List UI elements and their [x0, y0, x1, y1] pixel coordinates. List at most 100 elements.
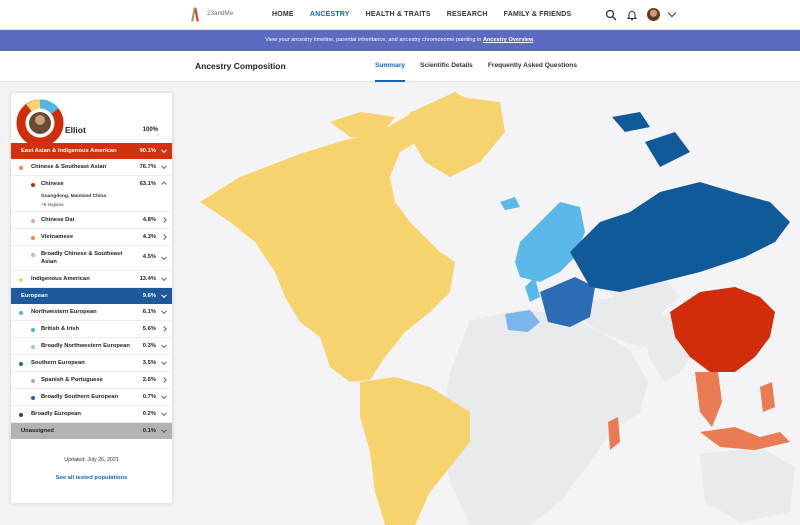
row-east-asian-indigenous-american[interactable]: East Asian & Indigenous American 90.1%: [11, 143, 172, 159]
row-pct: 63.1%: [139, 181, 156, 187]
land-northern-europe: [515, 202, 585, 282]
chevron-down-icon: [161, 292, 167, 299]
color-dot: [31, 395, 35, 400]
land-southeast-asia: [695, 372, 722, 427]
chevron-down-icon: [161, 147, 167, 154]
profile-total: 100%: [142, 127, 158, 133]
row-pct: 4.8%: [142, 217, 156, 223]
row-pct: 76.7%: [139, 164, 156, 170]
row-pct: 90.1%: [139, 148, 156, 154]
card-header: Elliot 100%: [11, 93, 172, 147]
color-dot: [31, 253, 35, 257]
chevron-down-icon: [161, 254, 167, 261]
row-label: East Asian & Indigenous American: [21, 148, 117, 154]
row-label: European: [21, 293, 48, 299]
row-unassigned[interactable]: Unassigned 0.1%: [11, 423, 172, 439]
composition-list: East Asian & Indigenous American 90.1% C…: [11, 143, 172, 439]
updated-date: Updated: July 26, 2021: [64, 457, 119, 463]
ancestry-breakdown-card: Elliot 100% East Asian & Indigenous Amer…: [11, 93, 172, 503]
ancestry-donut-chart: [16, 99, 64, 147]
row-label: Broadly Southern European: [41, 394, 118, 400]
ancestry-overview-link[interactable]: Ancestry Overview: [483, 37, 533, 43]
row-label: Broadly Northwestern European: [41, 343, 130, 349]
info-banner: View your ancestry timeline, parental in…: [0, 30, 800, 51]
profile-name: Elliot: [65, 125, 86, 135]
banner-suffix: .: [533, 37, 535, 43]
row-pct: 2.6%: [142, 377, 156, 383]
row-pct: 9.6%: [142, 293, 156, 299]
row-vietnamese[interactable]: Vietnamese 4.3%: [11, 229, 172, 246]
tab-bar: Summary Scientific Details Frequently As…: [375, 51, 592, 82]
chevron-right-icon: [161, 234, 167, 240]
row-indigenous-american[interactable]: Indigenous American 13.4%: [11, 271, 172, 288]
land-madagascar: [608, 417, 620, 450]
row-chinese[interactable]: Chinese 63.1% Guangdong, Mainland China …: [11, 176, 172, 212]
row-label: Broadly Chinese & Southeast Asian: [41, 251, 123, 265]
row-southern-european[interactable]: Southern European 3.5%: [11, 355, 172, 372]
more-regions[interactable]: +6 regions: [41, 203, 64, 208]
color-dot: [19, 277, 23, 282]
chevron-down-icon: [161, 163, 167, 170]
land-africa: [440, 310, 648, 525]
land-russia: [570, 182, 790, 292]
row-pct: 5.6%: [142, 326, 156, 332]
row-chinese-southeast-asian[interactable]: Chinese & Southeast Asian 76.7%: [11, 159, 172, 176]
main-nav: HOME ANCESTRY HEALTH & TRAITS RESEARCH F…: [264, 0, 579, 30]
row-label: British & Irish: [41, 326, 80, 332]
chevron-down-icon: [161, 427, 167, 434]
sub-region: Guangdong, Mainland China: [41, 194, 107, 199]
23andme-logo[interactable]: \/ 23andMe: [191, 5, 234, 25]
row-northwestern-european[interactable]: Northwestern European 6.1%: [11, 304, 172, 321]
tab-summary[interactable]: Summary: [375, 51, 406, 82]
land-svalbard: [612, 112, 650, 132]
nav-research[interactable]: RESEARCH: [439, 0, 496, 30]
avatar[interactable]: [647, 8, 660, 21]
row-label: Spanish & Portuguese: [41, 377, 103, 383]
nav-family-friends[interactable]: FAMILY & FRIENDS: [496, 0, 580, 30]
color-dot: [31, 327, 35, 332]
row-chinese-dai[interactable]: Chinese Dai 4.8%: [11, 212, 172, 229]
row-broadly-southern-european[interactable]: Broadly Southern European 0.7%: [11, 389, 172, 406]
row-label: Chinese: [41, 181, 64, 187]
banner-text: View your ancestry timeline, parental in…: [265, 37, 482, 43]
row-label: Indigenous American: [31, 276, 90, 282]
row-pct: 0.7%: [142, 394, 156, 400]
row-broadly-chinese-southeast-asian[interactable]: Broadly Chinese & Southeast Asian 4.5%: [11, 246, 172, 271]
chevron-right-icon: [161, 326, 167, 332]
row-pct: 3.5%: [142, 360, 156, 366]
row-label: Broadly European: [31, 411, 81, 417]
search-icon[interactable]: [605, 9, 617, 21]
row-broadly-northwestern-european[interactable]: Broadly Northwestern European 0.3%: [11, 338, 172, 355]
row-broadly-european[interactable]: Broadly European 0.2%: [11, 406, 172, 423]
nav-health-traits[interactable]: HEALTH & TRAITS: [358, 0, 439, 30]
sub-nav: Ancestry Composition Summary Scientific …: [0, 51, 800, 82]
chevron-down-icon: [161, 342, 167, 349]
bell-icon[interactable]: [626, 9, 638, 21]
color-dot: [31, 235, 35, 240]
row-label: Southern European: [31, 360, 85, 366]
land-greenland: [410, 97, 505, 177]
row-pct: 6.1%: [142, 309, 156, 315]
nav-ancestry[interactable]: ANCESTRY: [302, 0, 358, 30]
color-dot: [31, 378, 35, 383]
nav-home[interactable]: HOME: [264, 0, 302, 30]
land-philippines: [760, 382, 775, 412]
row-label: Unassigned: [21, 428, 54, 434]
color-dot: [19, 310, 23, 315]
row-pct: 4.3%: [142, 234, 156, 240]
top-nav: \/ 23andMe HOME ANCESTRY HEALTH & TRAITS…: [0, 0, 800, 30]
row-spanish-portuguese[interactable]: Spanish & Portuguese 2.6%: [11, 372, 172, 389]
see-all-populations-link[interactable]: See all tested populations: [11, 475, 172, 481]
logo-text: 23andMe: [207, 11, 234, 17]
page-title: Ancestry Composition: [195, 61, 286, 71]
chevron-down-icon: [161, 393, 167, 400]
chevron-down-icon[interactable]: [667, 8, 677, 18]
row-british-irish[interactable]: British & Irish 5.6%: [11, 321, 172, 338]
row-european[interactable]: European 9.6%: [11, 288, 172, 304]
color-dot: [31, 344, 35, 349]
nav-actions: [605, 8, 677, 21]
row-label: Chinese Dai: [41, 217, 75, 223]
row-pct: 0.3%: [142, 343, 156, 349]
tab-faq[interactable]: Frequently Asked Questions: [488, 51, 577, 82]
tab-scientific-details[interactable]: Scientific Details: [420, 51, 473, 82]
